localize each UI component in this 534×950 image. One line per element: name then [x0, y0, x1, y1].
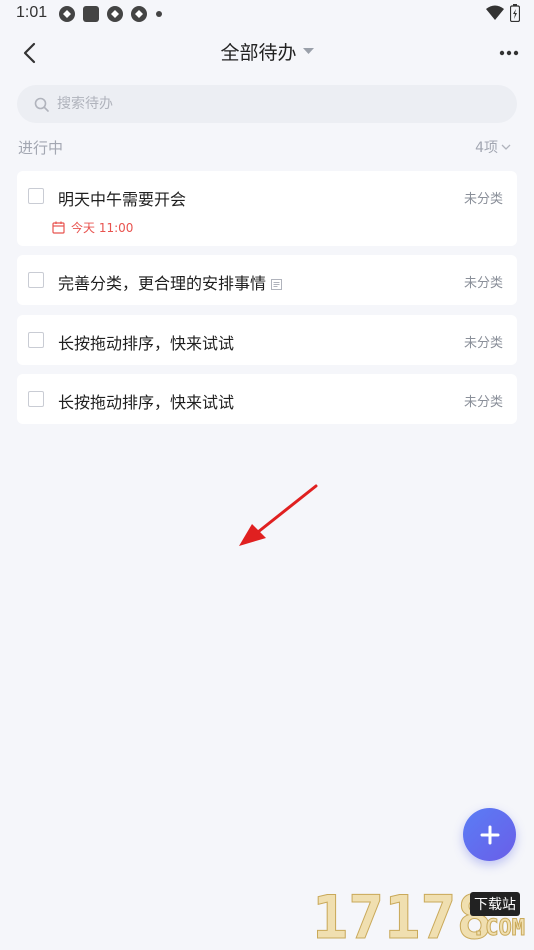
app-notification-icon	[131, 6, 147, 22]
task-category: 未分类	[463, 192, 503, 207]
section-collapse-toggle[interactable]: 4项	[475, 137, 511, 157]
add-task-button[interactable]	[463, 808, 516, 861]
site-watermark-logo: 17178 下载站 .COM	[312, 888, 532, 950]
task-category: 未分类	[463, 276, 503, 291]
chevron-down-icon	[501, 144, 511, 150]
notification-icons	[58, 5, 162, 23]
more-horizontal-icon	[499, 50, 519, 56]
status-bar: 1:01	[0, 0, 534, 30]
task-card[interactable]: 长按拖动排序，快来试试 未分类	[17, 315, 517, 365]
caret-down-icon	[302, 48, 314, 54]
app-notification-icon	[59, 6, 75, 22]
task-card[interactable]: 明天中午需要开会 未分类 今天 11:00	[17, 171, 517, 246]
battery-charging-icon	[510, 4, 520, 22]
section-title: 进行中	[18, 139, 64, 157]
task-title: 长按拖动排序，快来试试	[58, 334, 235, 353]
task-checkbox[interactable]	[28, 391, 44, 407]
more-notifications-dot	[156, 11, 162, 17]
app-screen: 1:01 全部待办 进行中	[0, 0, 534, 950]
app-notification-icon	[107, 6, 123, 22]
task-category: 未分类	[463, 336, 503, 351]
page-title: 全部待办	[220, 42, 297, 64]
status-time: 1:01	[16, 4, 48, 21]
section-count: 4项	[475, 140, 498, 156]
task-card[interactable]: 长按拖动排序，快来试试 未分类	[17, 374, 517, 424]
wifi-icon	[486, 5, 504, 20]
watermark-suffix: .COM	[472, 916, 526, 942]
task-title: 完善分类，更合理的安排事情	[58, 274, 267, 293]
due-text: 今天 11:00	[71, 221, 134, 235]
task-title: 长按拖动排序，快来试试	[58, 393, 235, 412]
task-card[interactable]: 完善分类，更合理的安排事情 未分类	[17, 255, 517, 305]
watermark-digits: 17178	[312, 883, 494, 950]
top-app-bar: 全部待办	[0, 30, 534, 76]
plus-icon	[480, 825, 499, 844]
task-checkbox[interactable]	[28, 272, 44, 288]
task-due-date: 今天 11:00	[52, 219, 133, 236]
title-dropdown[interactable]: 全部待办	[0, 38, 534, 65]
search-icon	[34, 97, 49, 112]
more-options-button[interactable]	[494, 38, 524, 68]
search-bar[interactable]	[17, 85, 517, 123]
app-notification-icon	[83, 6, 99, 22]
task-title-row: 完善分类，更合理的安排事情	[58, 270, 283, 294]
task-category: 未分类	[463, 395, 503, 410]
task-title: 明天中午需要开会	[58, 190, 187, 209]
search-input[interactable]	[55, 95, 479, 113]
section-header-in-progress: 进行中 4项	[17, 136, 517, 158]
system-icons	[486, 4, 520, 22]
calendar-icon	[52, 221, 65, 234]
task-checkbox[interactable]	[28, 188, 44, 204]
watermark-badge: 下载站	[470, 892, 520, 916]
note-icon	[271, 279, 283, 290]
task-checkbox[interactable]	[28, 332, 44, 348]
